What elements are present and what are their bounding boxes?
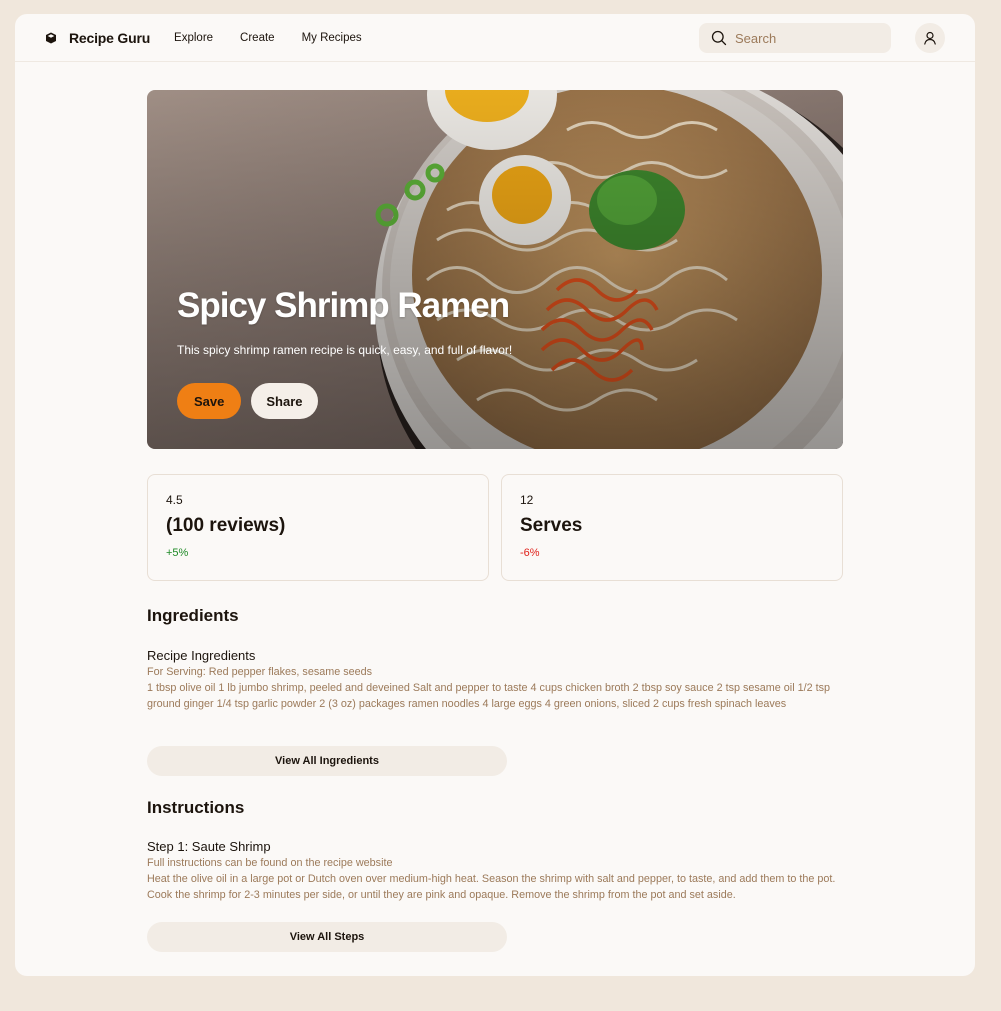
rating-card: 4.5 (100 reviews) +5% — [147, 474, 489, 581]
share-button[interactable]: Share — [251, 383, 318, 419]
top-navbar: Recipe Guru Explore Create My Recipes — [15, 14, 975, 62]
nav-item-explore[interactable]: Explore — [174, 32, 213, 44]
save-button[interactable]: Save — [177, 383, 242, 419]
recipe-subtitle: This spicy shrimp ramen recipe is quick,… — [177, 343, 513, 357]
search-box[interactable] — [699, 23, 891, 53]
ingredients-subheading: Recipe Ingredients — [147, 648, 256, 663]
ingredients-list: 1 tbsp olive oil 1 lb jumbo shrimp, peel… — [147, 682, 831, 710]
rating-label: (100 reviews) — [166, 515, 286, 536]
search-input[interactable] — [735, 30, 875, 46]
serves-value: 12 — [520, 493, 534, 507]
instructions-note: Full instructions can be found on the re… — [147, 857, 393, 869]
step-title: Step 1: Saute Shrimp — [147, 839, 271, 854]
app-window: Recipe Guru Explore Create My Recipes Se… — [15, 14, 975, 976]
cube-icon — [46, 32, 56, 43]
rating-change: +5% — [166, 547, 189, 559]
nav-item-my-recipes[interactable]: My Recipes — [302, 32, 362, 44]
hero-banner: Spicy Shrimp Ramen This spicy shrimp ram… — [147, 90, 843, 449]
view-all-steps-button[interactable]: View All Steps — [147, 922, 507, 952]
serves-card: 12 Serves -6% — [501, 474, 843, 581]
recipe-title: Spicy Shrimp Ramen — [177, 286, 510, 325]
profile-button[interactable] — [915, 23, 945, 53]
view-all-ingredients-button[interactable]: View All Ingredients — [147, 746, 507, 776]
nav-item-create[interactable]: Create — [240, 32, 275, 44]
hero-actions: Save Share — [177, 383, 318, 419]
rating-value: 4.5 — [166, 493, 183, 507]
serves-change: -6% — [520, 547, 540, 559]
main-nav: Explore Create My Recipes — [174, 32, 362, 44]
serving-note: For Serving: Red pepper flakes, sesame s… — [147, 666, 373, 678]
search-icon — [711, 30, 727, 46]
ingredients-heading: Ingredients — [147, 606, 239, 625]
user-icon — [924, 31, 936, 45]
brand[interactable]: Recipe Guru — [45, 30, 150, 46]
app-name: Recipe Guru — [69, 29, 151, 46]
step-text: Heat the olive oil in a large pot or Dut… — [147, 873, 836, 901]
instructions-heading: Instructions — [147, 798, 245, 817]
serves-label: Serves — [520, 515, 583, 536]
